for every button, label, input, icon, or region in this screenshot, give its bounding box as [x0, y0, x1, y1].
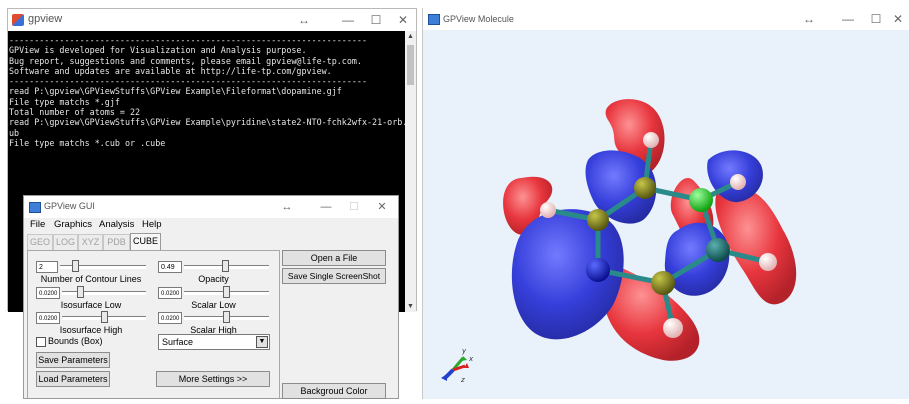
resize-icon: ↔ [298, 13, 310, 27]
save-parameters-button[interactable]: Save Parameters [36, 352, 110, 368]
isosurface-low-value[interactable]: 0.0200 [36, 287, 60, 299]
save-screenshot-button[interactable]: Save Single ScreenShot [282, 268, 386, 284]
menu-graphics[interactable]: Graphics [54, 219, 92, 230]
gui-titlebar[interactable]: GPView GUI ↔ — ☐ ✕ [24, 196, 398, 218]
hydrogen-atom [663, 318, 683, 338]
render-mode-value: Surface [162, 337, 194, 347]
scalar-high-slider[interactable] [184, 311, 269, 323]
molecule-window: GPView Molecule ↔ — ☐ ✕ x y z [422, 8, 909, 399]
gpview-app-icon [12, 14, 24, 26]
menu-file[interactable]: File [30, 219, 45, 230]
contour-lines-value[interactable]: 2 [36, 261, 58, 273]
opacity-slider[interactable] [184, 260, 269, 272]
background-color-button[interactable]: Backgroud Color [282, 383, 386, 399]
contour-lines-slider[interactable] [60, 260, 146, 272]
carbon-atom [651, 271, 675, 295]
axis-y-label: y [461, 347, 467, 355]
tab-pdb[interactable]: PDB [103, 234, 130, 250]
tab-cube[interactable]: CUBE [130, 233, 161, 250]
load-parameters-button[interactable]: Load Parameters [36, 371, 110, 387]
opacity-value[interactable]: 0.49 [158, 261, 182, 273]
orbital-rendering: x y z [441, 99, 797, 384]
resize-icon: ↔ [281, 201, 293, 213]
opacity-label: Opacity [198, 274, 229, 284]
close-button[interactable]: ✕ [368, 198, 396, 216]
highlighted-atom [689, 188, 713, 212]
contour-lines-slider-handle[interactable] [72, 260, 79, 272]
scroll-down-arrow-icon[interactable]: ▼ [405, 303, 416, 310]
molecule-titlebar[interactable]: GPView Molecule ↔ — ☐ ✕ [423, 8, 909, 30]
close-button[interactable]: ✕ [884, 10, 909, 28]
render-mode-select[interactable]: Surface ▼ [158, 334, 270, 350]
hydrogen-atom [540, 202, 556, 218]
console-title: gpview [28, 13, 63, 25]
scalar-high-slider-handle[interactable] [223, 311, 230, 323]
scalar-low-value[interactable]: 0.0200 [158, 287, 182, 299]
gui-window: GPView GUI ↔ — ☐ ✕ File Graphics Analysi… [23, 195, 399, 399]
open-file-button[interactable]: Open a File [282, 250, 386, 266]
minimize-button[interactable]: — [334, 11, 362, 29]
isosurface-low-slider[interactable] [62, 286, 146, 298]
console-scrollbar[interactable]: ▲ ▼ [405, 31, 416, 312]
tab-xyz[interactable]: XYZ [78, 234, 103, 250]
menu-analysis[interactable]: Analysis [99, 219, 134, 230]
minimize-button[interactable]: — [834, 10, 862, 28]
opacity-slider-handle[interactable] [222, 260, 229, 272]
maximize-button[interactable]: ☐ [362, 11, 390, 29]
carbon-atom [587, 209, 609, 231]
menu-bar: File Graphics Analysis Help [24, 218, 398, 233]
dropdown-arrow-icon[interactable]: ▼ [256, 336, 268, 348]
isosurface-low-label: Isosurface Low [60, 300, 122, 310]
isosurface-low-slider-handle[interactable] [77, 286, 84, 298]
hydrogen-atom [730, 174, 746, 190]
scroll-up-arrow-icon[interactable]: ▲ [405, 33, 416, 40]
more-settings-button[interactable]: More Settings >> [156, 371, 270, 387]
molecule-3d-viewport[interactable]: x y z [423, 30, 909, 399]
window-app-icon [428, 14, 440, 25]
scalar-low-slider-handle[interactable] [223, 286, 230, 298]
resize-icon: ↔ [803, 12, 815, 26]
window-app-icon [29, 202, 41, 213]
nitrogen-atom [706, 238, 730, 262]
axis-x-label: x [468, 355, 474, 363]
carbon-atom [634, 177, 656, 199]
axis-triad: x y z [441, 347, 474, 384]
isosurface-high-slider-handle[interactable] [101, 311, 108, 323]
axis-z-label: z [460, 376, 465, 384]
isosurface-high-slider[interactable] [62, 311, 146, 323]
bounds-label: Bounds (Box) [48, 336, 103, 346]
hydrogen-atom [643, 132, 659, 148]
tab-log[interactable]: LOG [53, 234, 78, 250]
gui-title: GPView GUI [44, 201, 95, 211]
scalar-low-label: Scalar Low [191, 300, 236, 310]
molecule-title: GPView Molecule [443, 14, 514, 24]
nitrogen-atom [586, 258, 610, 282]
minimize-button[interactable]: — [312, 198, 340, 216]
scrollbar-thumb[interactable] [407, 45, 414, 85]
bounds-checkbox[interactable] [36, 337, 46, 347]
scalar-high-value[interactable]: 0.0200 [158, 312, 182, 324]
isosurface-high-value[interactable]: 0.0200 [36, 312, 60, 324]
close-button[interactable]: ✕ [389, 11, 417, 29]
maximize-button[interactable]: ☐ [340, 198, 368, 216]
menu-help[interactable]: Help [142, 219, 162, 230]
console-text: ----------------------------------------… [9, 35, 406, 148]
isosurface-high-label: Isosurface High [59, 325, 123, 335]
console-titlebar[interactable]: gpview ↔ — ☐ ✕ [8, 9, 416, 31]
tab-geo[interactable]: GEO [27, 234, 53, 250]
scalar-low-slider[interactable] [184, 286, 269, 298]
hydrogen-atom [759, 253, 777, 271]
contour-lines-label: Number of Contour Lines [40, 274, 142, 284]
